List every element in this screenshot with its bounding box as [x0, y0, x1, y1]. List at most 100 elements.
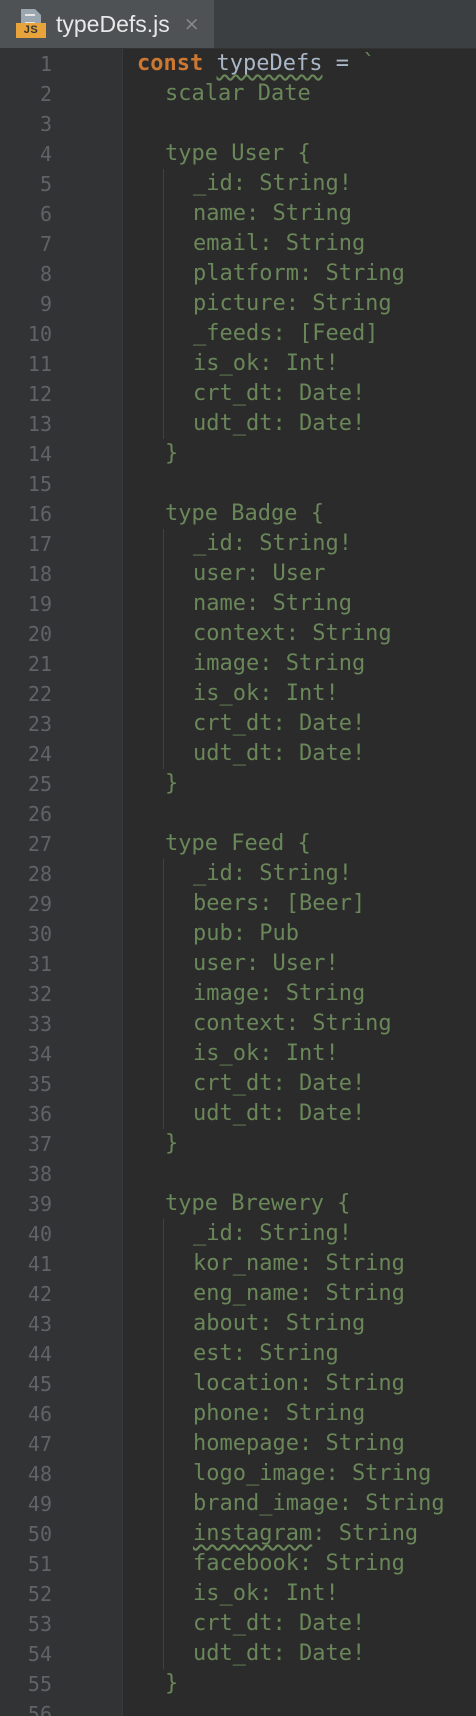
- code-text: instagram: String: [193, 1519, 418, 1549]
- code-text: crt_dt: Date!: [193, 1609, 365, 1639]
- code-line[interactable]: 41 kor_name: String: [0, 1249, 476, 1279]
- code-line[interactable]: 28 _id: String!: [0, 859, 476, 889]
- code-line[interactable]: 2 scalar Date: [0, 79, 476, 109]
- code-line[interactable]: 43 about: String: [0, 1309, 476, 1339]
- line-number: 18: [27, 562, 52, 586]
- code-line-text: udt_dt: Date!: [193, 411, 366, 436]
- line-number: 46: [27, 1402, 52, 1426]
- code-line[interactable]: 49 brand_image: String: [0, 1489, 476, 1519]
- line-number: 55: [27, 1672, 52, 1696]
- code-line[interactable]: 14}: [0, 439, 476, 469]
- code-line[interactable]: 34 is_ok: Int!: [0, 1039, 476, 1069]
- code-line-text: user: User: [193, 561, 326, 586]
- code-line[interactable]: 26: [0, 799, 476, 829]
- code-line-text: is_ok: Int!: [193, 1581, 339, 1606]
- code-line[interactable]: 4 type User {: [0, 139, 476, 169]
- code-line[interactable]: 19 name: String: [0, 589, 476, 619]
- code-line-text: crt_dt: Date!: [193, 1611, 366, 1636]
- code-line[interactable]: 13 udt_dt: Date!: [0, 409, 476, 439]
- code-line[interactable]: 16 type Badge {: [0, 499, 476, 529]
- code-line[interactable]: 36 udt_dt: Date!: [0, 1099, 476, 1129]
- code-line[interactable]: 44 est: String: [0, 1339, 476, 1369]
- code-text: scalar Date: [165, 79, 311, 109]
- code-line-text: scalar Date: [165, 81, 311, 106]
- code-line[interactable]: 17 _id: String!: [0, 529, 476, 559]
- code-line[interactable]: 5 _id: String!: [0, 169, 476, 199]
- code-text: type Brewery {: [165, 1189, 350, 1219]
- code-line-text: is_ok: Int!: [193, 681, 339, 706]
- code-line[interactable]: 30 pub: Pub: [0, 919, 476, 949]
- code-line[interactable]: 9 picture: String: [0, 289, 476, 319]
- code-line[interactable]: 46 phone: String: [0, 1399, 476, 1429]
- code-text: const typeDefs = `: [137, 49, 375, 79]
- code-line[interactable]: 12 crt_dt: Date!: [0, 379, 476, 409]
- close-icon[interactable]: ×: [184, 14, 200, 34]
- code-line[interactable]: 21 image: String: [0, 649, 476, 679]
- code-text: is_ok: Int!: [193, 679, 339, 709]
- code-line[interactable]: 47 homepage: String: [0, 1429, 476, 1459]
- code-line[interactable]: 10 _feeds: [Feed]: [0, 319, 476, 349]
- code-text: brand_image: String: [193, 1489, 445, 1519]
- indent-guide: [163, 229, 164, 259]
- indent-guide: [163, 679, 164, 709]
- code-line[interactable]: 51 facebook: String: [0, 1549, 476, 1579]
- code-text: _id: String!: [193, 529, 352, 559]
- code-line[interactable]: 48 logo_image: String: [0, 1459, 476, 1489]
- indent-guide: [163, 949, 164, 979]
- line-number: 19: [27, 592, 52, 616]
- code-line[interactable]: 29 beers: [Beer]: [0, 889, 476, 919]
- code-line-text: eng_name: String: [193, 1281, 405, 1306]
- code-line[interactable]: 6 name: String: [0, 199, 476, 229]
- code-line[interactable]: 31 user: User!: [0, 949, 476, 979]
- code-line[interactable]: 24 udt_dt: Date!: [0, 739, 476, 769]
- code-line[interactable]: 55}: [0, 1669, 476, 1699]
- code-line[interactable]: 42 eng_name: String: [0, 1279, 476, 1309]
- code-line[interactable]: 7 email: String: [0, 229, 476, 259]
- line-number: 3: [39, 112, 52, 136]
- code-line[interactable]: 3: [0, 109, 476, 139]
- code-line-text: is_ok: Int!: [193, 1041, 339, 1066]
- code-line[interactable]: 33 context: String: [0, 1009, 476, 1039]
- code-text: kor_name: String: [193, 1249, 405, 1279]
- js-badge: JS: [16, 23, 46, 38]
- code-text: about: String: [193, 1309, 365, 1339]
- code-text: location: String: [193, 1369, 405, 1399]
- code-line[interactable]: 38: [0, 1159, 476, 1189]
- code-line[interactable]: 37}: [0, 1129, 476, 1159]
- code-line[interactable]: 23 crt_dt: Date!: [0, 709, 476, 739]
- tab-typedefs-js[interactable]: JS typeDefs.js ×: [0, 0, 214, 48]
- code-line[interactable]: 54 udt_dt: Date!: [0, 1639, 476, 1669]
- code-line[interactable]: 40 _id: String!: [0, 1219, 476, 1249]
- code-line-text: crt_dt: Date!: [193, 711, 366, 736]
- line-number: 12: [27, 382, 52, 406]
- code-line[interactable]: 22 is_ok: Int!: [0, 679, 476, 709]
- code-line-text: is_ok: Int!: [193, 351, 339, 376]
- code-line[interactable]: 20 context: String: [0, 619, 476, 649]
- code-line[interactable]: 32 image: String: [0, 979, 476, 1009]
- code-line[interactable]: 11 is_ok: Int!: [0, 349, 476, 379]
- indent-guide: [163, 1309, 164, 1339]
- code-editor[interactable]: 1 const typeDefs = ` 2 scalar Date 3 4 type Us…: [0, 49, 476, 1716]
- code-line[interactable]: 35 crt_dt: Date!: [0, 1069, 476, 1099]
- code-text: homepage: String: [193, 1429, 405, 1459]
- code-line[interactable]: 45 location: String: [0, 1369, 476, 1399]
- line-number: 10: [27, 322, 52, 346]
- code-line[interactable]: 8 platform: String: [0, 259, 476, 289]
- code-line[interactable]: 39 type Brewery {: [0, 1189, 476, 1219]
- line-number: 14: [27, 442, 52, 466]
- code-line[interactable]: 53 crt_dt: Date!: [0, 1609, 476, 1639]
- code-line[interactable]: 1 const typeDefs = `: [0, 49, 476, 79]
- indent-guide: [163, 1099, 164, 1129]
- line-number: 1: [39, 52, 52, 76]
- line-number: 5: [39, 172, 52, 196]
- code-line[interactable]: 27 type Feed {: [0, 829, 476, 859]
- code-line[interactable]: 18 user: User: [0, 559, 476, 589]
- code-line[interactable]: 15: [0, 469, 476, 499]
- code-line-text: _id: String!: [193, 531, 352, 556]
- code-line[interactable]: 25}: [0, 769, 476, 799]
- code-line-text: _id: String!: [193, 1221, 352, 1246]
- indent-guide: [163, 1489, 164, 1519]
- code-line[interactable]: 50 instagram: String: [0, 1519, 476, 1549]
- code-line[interactable]: 52 is_ok: Int!: [0, 1579, 476, 1609]
- code-line[interactable]: 56: [0, 1699, 476, 1716]
